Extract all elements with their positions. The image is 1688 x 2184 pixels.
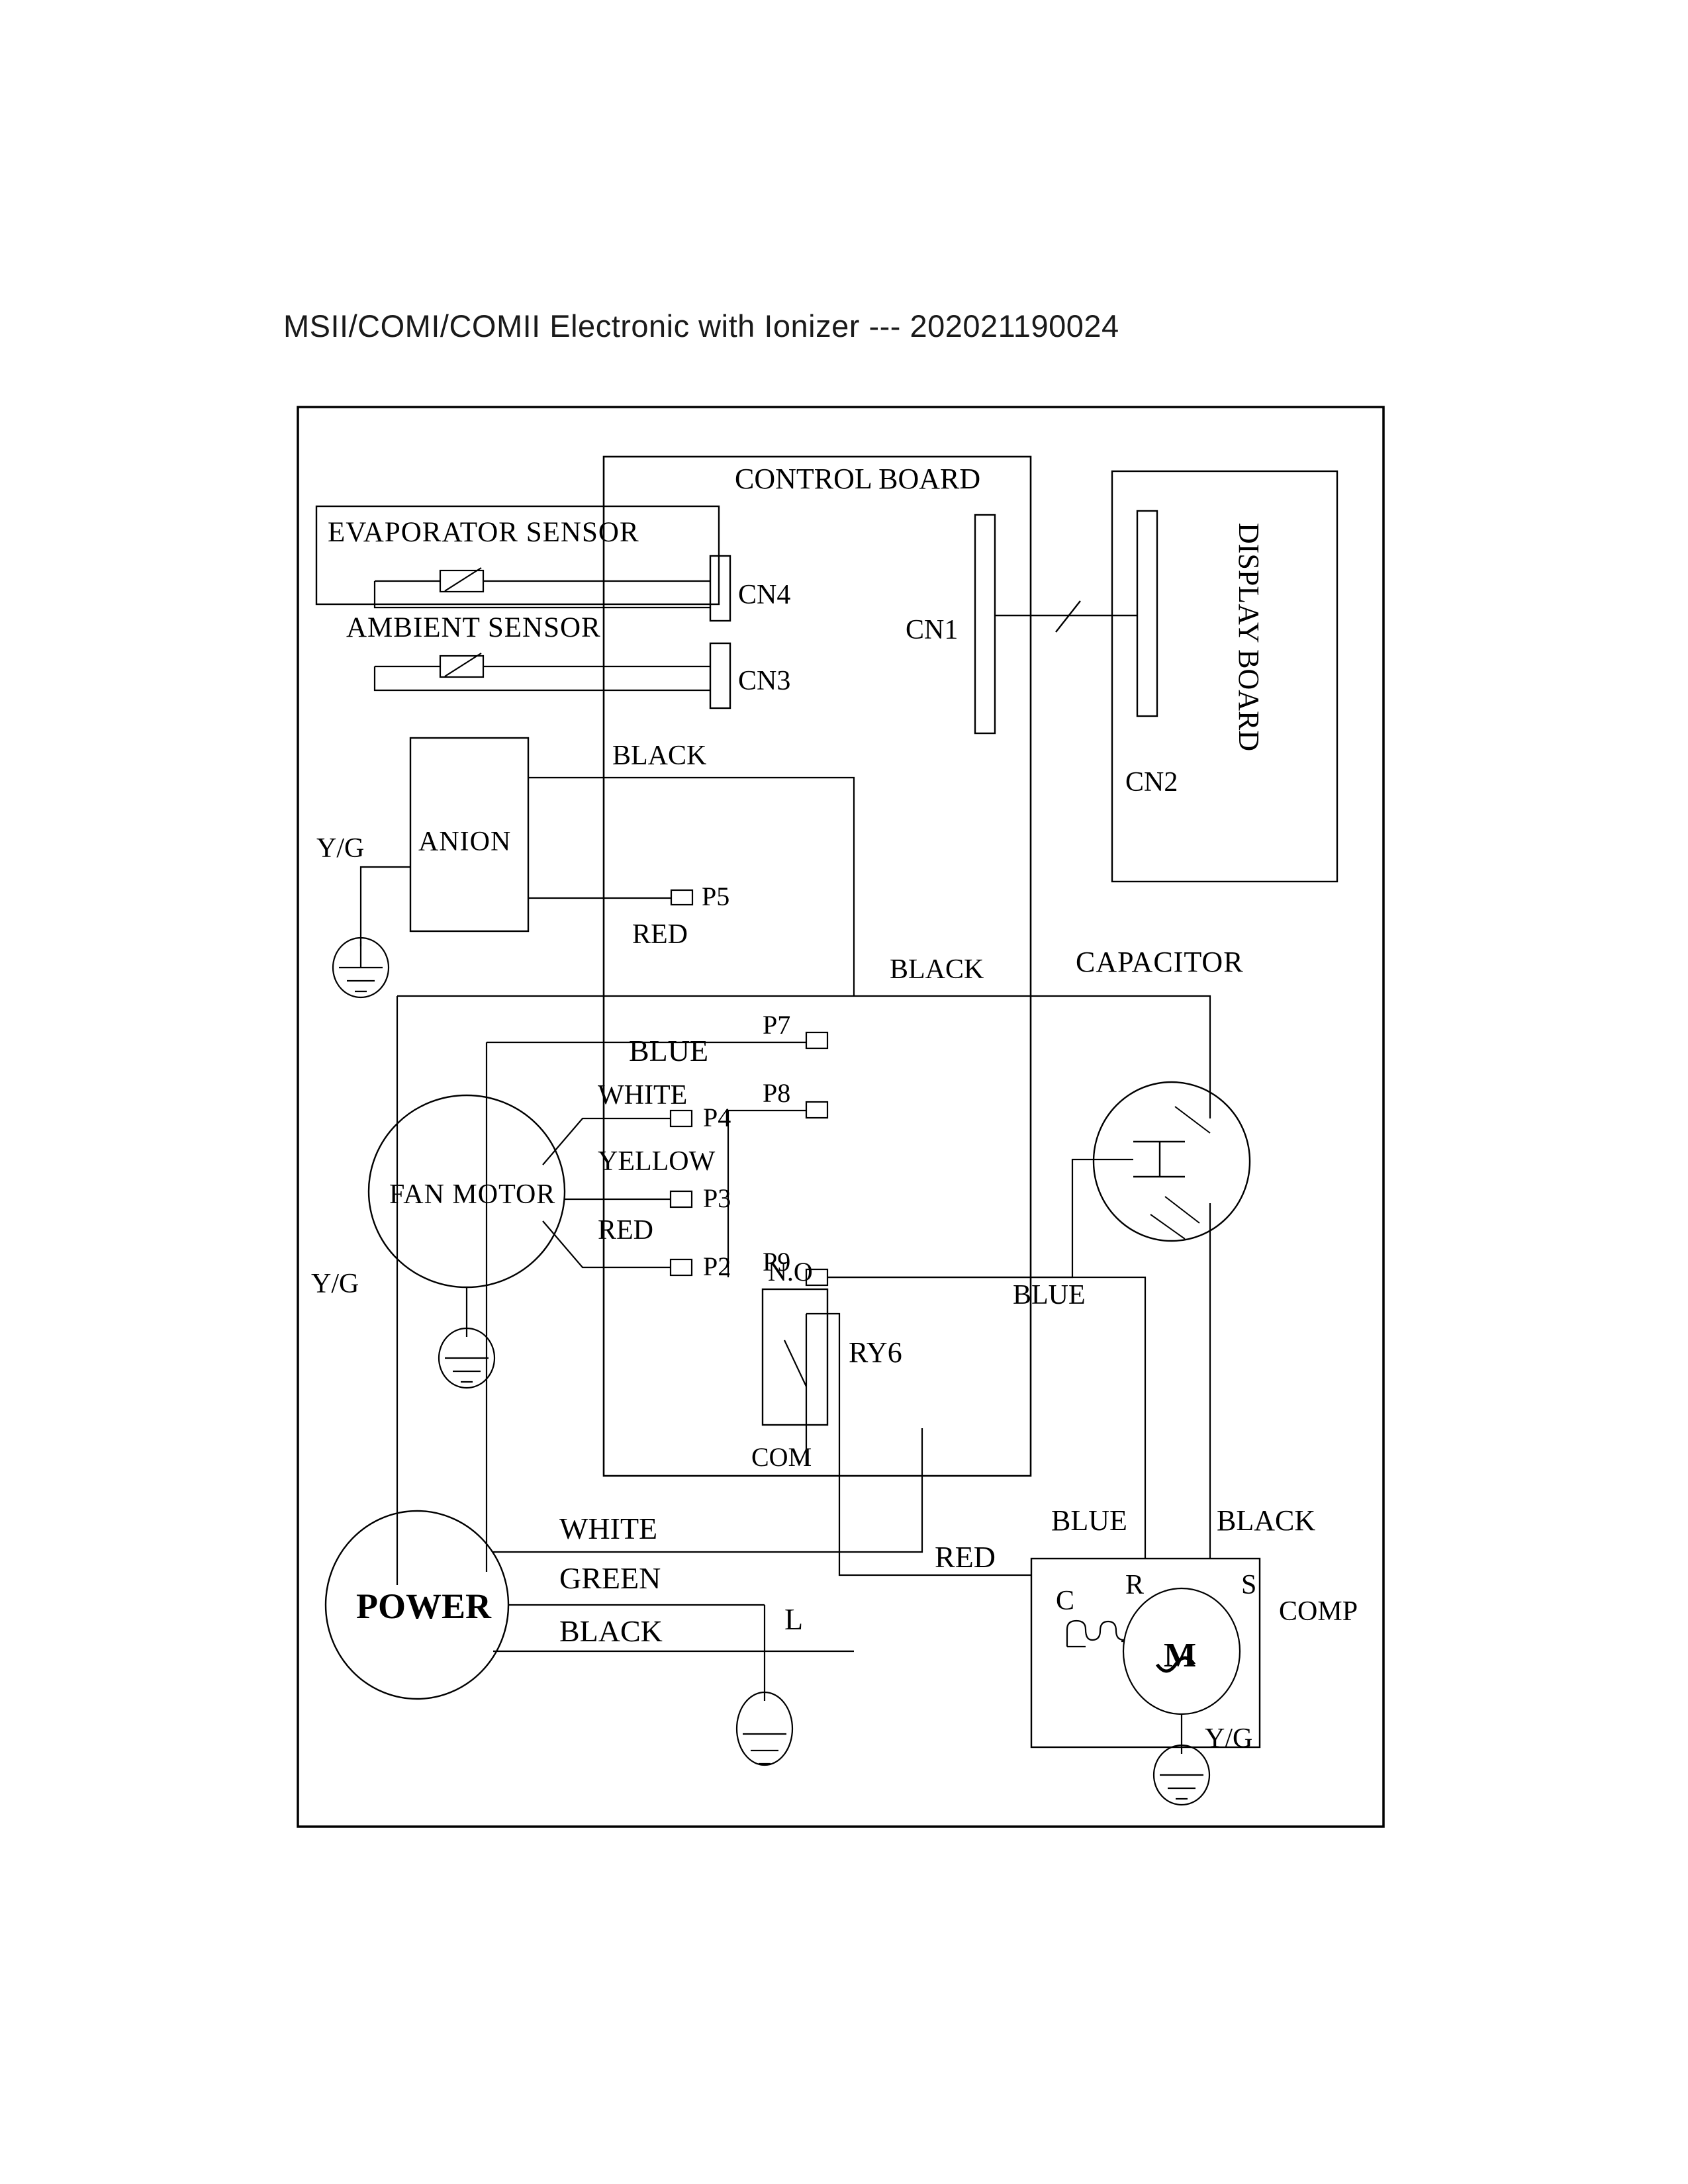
p7-label: P7	[763, 1010, 790, 1040]
ry6-no-label: N.O	[768, 1257, 813, 1287]
capacitor-circle	[1092, 1081, 1251, 1242]
capacitor-blue-label: BLUE	[1013, 1280, 1086, 1310]
cn1-connector	[974, 514, 996, 735]
cn2-label: CN2	[1125, 767, 1178, 797]
p8-label: P8	[763, 1078, 790, 1108]
wiring-schematic-canvas: CONTROL BOARD CN1 DISPLAY BOARD CN2 EVAP…	[297, 406, 1385, 1828]
fan-white-label: WHITE	[598, 1080, 687, 1111]
anion-ground-wire	[359, 866, 410, 946]
cn4-label: CN4	[738, 580, 790, 610]
p4-label: P4	[703, 1103, 731, 1132]
comp-red-label: RED	[935, 1540, 996, 1574]
ambient-sensor-label: AMBIENT SENSOR	[346, 612, 601, 643]
cn1-cn2-slash	[1055, 600, 1081, 633]
comp-overload-protector	[1066, 1619, 1125, 1647]
anion-red-label: RED	[632, 919, 688, 950]
power-white-label: WHITE	[559, 1512, 657, 1545]
anion-black-label: BLACK	[612, 741, 706, 771]
ambient-wire-lower	[373, 666, 710, 692]
evaporator-sensor-label: EVAPORATOR SENSOR	[328, 517, 639, 548]
comp-r-blue-wire	[827, 1276, 1147, 1489]
display-board-box	[1111, 470, 1338, 883]
p3-terminal	[669, 1190, 693, 1208]
evaporator-thermistor-slash	[444, 567, 482, 592]
capacitor-hatch-1	[1174, 1106, 1211, 1134]
p8-terminal	[805, 1101, 829, 1119]
cn3-connector	[709, 642, 731, 709]
fan-ground-label: Y/G	[311, 1269, 359, 1299]
fan-blue-label: BLUE	[629, 1034, 708, 1068]
comp-label: COMP	[1279, 1596, 1358, 1627]
fan-motor-label: FAN MOTOR	[389, 1179, 555, 1210]
anion-label: ANION	[418, 827, 511, 857]
power-black-label: BLACK	[559, 1614, 663, 1648]
comp-ground-label: Y/G	[1205, 1723, 1252, 1754]
comp-blue-label: BLUE	[1051, 1504, 1127, 1537]
power-white-wire	[492, 1428, 923, 1553]
p5-terminal	[670, 889, 694, 906]
anion-ground-label: Y/G	[316, 833, 364, 864]
capacitor-plate-lead	[827, 1158, 1133, 1279]
capacitor-top-lead	[854, 995, 1211, 1118]
anion-black-wire	[528, 776, 855, 996]
power-green-label: GREEN	[559, 1561, 661, 1595]
p7-terminal	[805, 1031, 829, 1050]
comp-black-label: BLACK	[1217, 1504, 1315, 1537]
display-board-label: DISPLAY BOARD	[1233, 523, 1265, 751]
ry6-contact-arm	[784, 1340, 807, 1387]
p2-label: P2	[703, 1251, 731, 1281]
fan-yellow-label: YELLOW	[598, 1146, 716, 1177]
power-ground-symbol-circle	[735, 1691, 794, 1766]
comp-s-label: S	[1241, 1570, 1256, 1600]
cn4-connector	[709, 555, 731, 622]
cn3-label: CN3	[738, 666, 790, 696]
p2-terminal	[669, 1258, 693, 1277]
cn1-label: CN1	[906, 615, 958, 645]
ry6-com-label: COM	[751, 1442, 812, 1472]
comp-motor-symbol: M	[1164, 1637, 1196, 1674]
power-label: POWER	[356, 1586, 492, 1626]
p5-label: P5	[702, 882, 729, 911]
p4-terminal	[669, 1109, 693, 1128]
wiring-diagram-page: MSII/COMI/COMII Electronic with Ionizer …	[0, 0, 1688, 2184]
p3-label: P3	[703, 1183, 731, 1213]
ry6-label: RY6	[849, 1336, 902, 1369]
capacitor-black-label: BLACK	[890, 954, 984, 985]
ambient-thermistor-slash	[444, 653, 482, 677]
cn2-connector	[1136, 510, 1158, 717]
capacitor-label: CAPACITOR	[1076, 946, 1244, 978]
line-l-label: L	[784, 1602, 803, 1636]
fan-red-label: RED	[598, 1215, 653, 1246]
ry6-relay-box	[761, 1288, 829, 1426]
control-board-label: CONTROL BOARD	[735, 463, 980, 495]
capacitor-hatch-2	[1164, 1196, 1200, 1224]
capacitor-hatch-3	[1150, 1214, 1186, 1240]
comp-c-label: C	[1056, 1586, 1074, 1616]
comp-r-label: R	[1125, 1570, 1144, 1600]
